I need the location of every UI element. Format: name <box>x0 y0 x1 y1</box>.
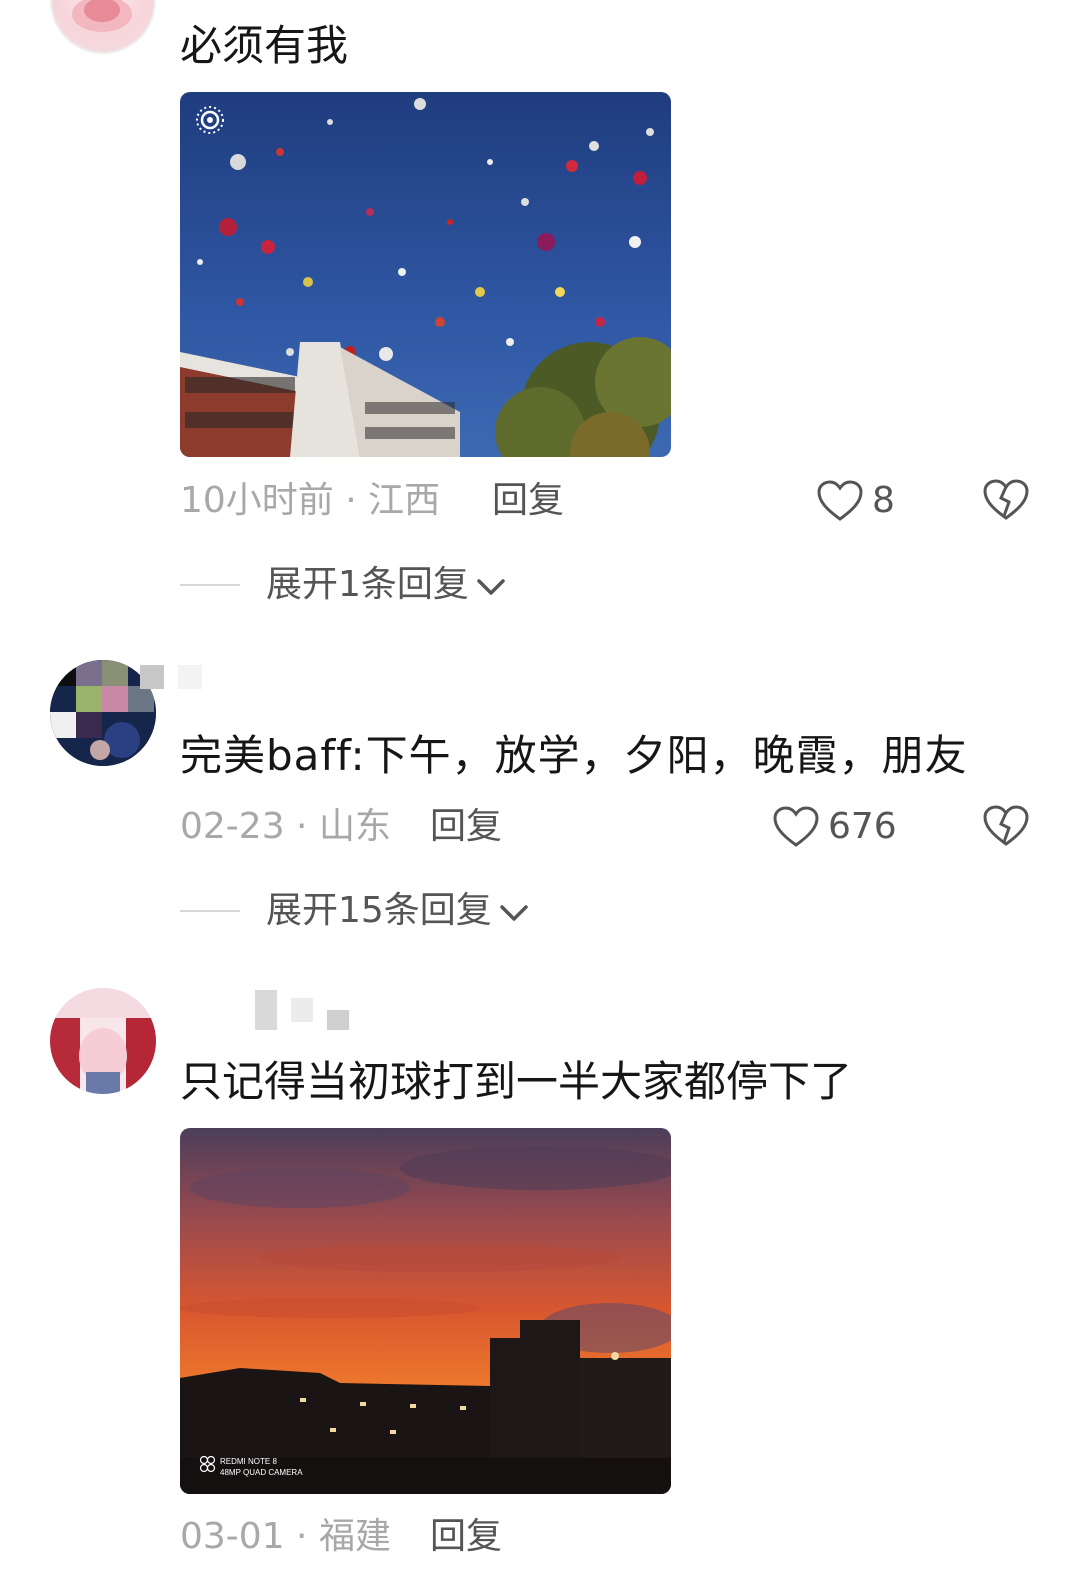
live-photo-icon <box>196 106 224 134</box>
expand-replies-label: 展开15条回复 <box>266 890 492 931</box>
expand-replies-button[interactable]: 展开1条回复 <box>180 560 507 610</box>
comment-time-location: 02-23 · 山东 <box>180 806 391 847</box>
comment-meta: 10小时前 · 江西 回复 8 <box>180 476 1030 526</box>
heart-outline-icon <box>773 806 819 847</box>
camera-watermark-line1: REDMI NOTE 8 <box>220 1457 277 1466</box>
heart-outline-icon <box>817 480 863 521</box>
comment-meta: 03-01 · 福建 回复 <box>180 1512 1030 1562</box>
dislike-button[interactable] <box>982 804 1030 852</box>
like-count: 8 <box>872 480 895 521</box>
chevron-down-icon <box>500 905 528 921</box>
comment-image[interactable] <box>180 92 671 457</box>
reply-button[interactable]: 回复 <box>430 1512 502 1562</box>
comment-image[interactable]: REDMI NOTE 8 48MP QUAD CAMERA <box>180 1128 671 1494</box>
comment-text: 必须有我 <box>180 21 349 70</box>
expand-replies-button[interactable]: 展开15条回复 <box>180 886 530 936</box>
comment-text: 完美baff:下午，放学，夕阳，晚霞，朋友 <box>180 731 968 780</box>
like-button[interactable]: 8 <box>816 478 895 524</box>
like-button[interactable]: 676 <box>772 804 897 850</box>
avatar-image <box>72 0 132 32</box>
reply-button[interactable]: 回复 <box>430 802 502 852</box>
username-redacted <box>255 990 349 1030</box>
balloons-photo <box>180 92 671 457</box>
divider-line <box>180 910 240 912</box>
divider-line <box>180 584 240 586</box>
like-count: 676 <box>828 806 897 847</box>
avatar[interactable] <box>50 988 156 1094</box>
broken-heart-icon <box>983 805 1029 846</box>
comment-meta: 02-23 · 山东 回复 676 <box>180 802 1030 852</box>
reply-button[interactable]: 回复 <box>492 476 564 526</box>
comment-text: 只记得当初球打到一半大家都停下了 <box>180 1057 853 1106</box>
avatar[interactable] <box>50 0 156 54</box>
comment-time-location: 03-01 · 福建 <box>180 1516 391 1557</box>
username-redacted <box>140 665 202 689</box>
broken-heart-icon <box>983 479 1029 520</box>
dislike-button[interactable] <box>982 478 1030 526</box>
sunset-photo: REDMI NOTE 8 48MP QUAD CAMERA <box>180 1128 671 1494</box>
chevron-down-icon <box>477 579 505 595</box>
comment-time-location: 10小时前 · 江西 <box>180 480 441 521</box>
camera-watermark-line2: 48MP QUAD CAMERA <box>220 1468 303 1477</box>
avatar-image <box>50 988 156 1094</box>
expand-replies-label: 展开1条回复 <box>266 564 469 605</box>
